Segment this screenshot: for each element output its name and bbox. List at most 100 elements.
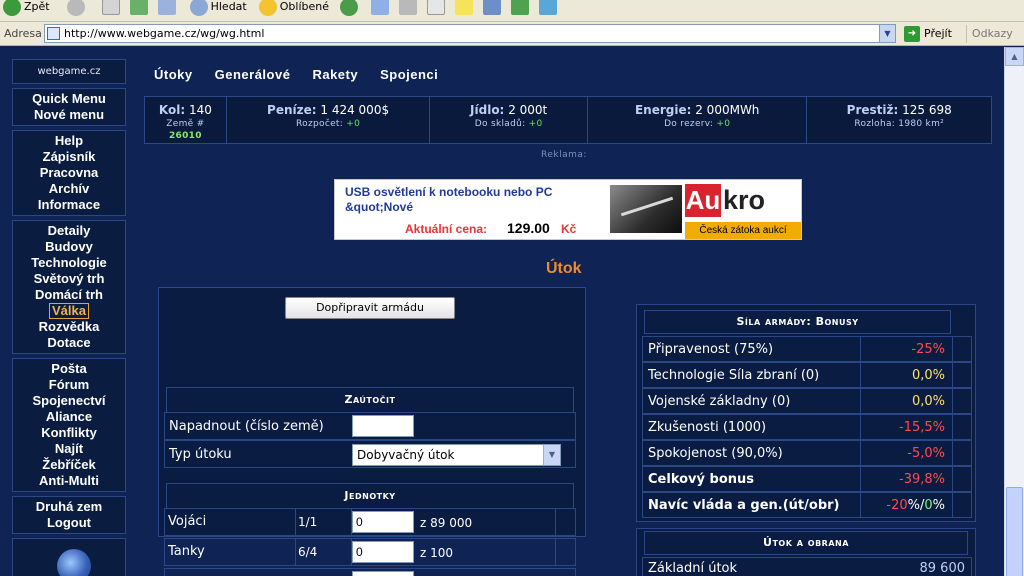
left-menu: webgame.cz Quick Menu Nové menu Help Zápis… (12, 59, 126, 576)
unit-ratio: 6/4 (298, 545, 318, 559)
jidlo-value: 2 000t (508, 103, 548, 117)
bonus-row: Technologie Síla zbraní (0) 0,0% (642, 362, 972, 388)
sidebar-item[interactable]: Archív (13, 181, 125, 197)
bonus-label: Připravenost (75%) (648, 342, 774, 357)
url-dropdown-icon[interactable]: ▼ (879, 25, 895, 42)
zeme-value: 26010 (169, 131, 202, 141)
ad-product-image[interactable] (610, 185, 682, 233)
sidebar-item[interactable]: Fórum (13, 377, 125, 393)
sidebar-item[interactable]: Rozvědka (13, 319, 125, 335)
refresh-icon[interactable] (129, 0, 148, 15)
nav-rakety[interactable]: Rakety (312, 67, 358, 82)
sidebar-item[interactable]: Quick Menu (13, 91, 125, 107)
sidebar-item[interactable]: Pošta (13, 361, 125, 377)
sidebar-item[interactable]: Zápisník (13, 149, 125, 165)
sidebar-item-active[interactable]: Válka (49, 303, 89, 319)
research-icon[interactable] (483, 0, 501, 15)
cell-divider (555, 539, 556, 565)
messenger-icon[interactable] (511, 0, 529, 15)
favorites-button[interactable]: Oblíbené (256, 0, 332, 17)
unit-name: Tanky (168, 544, 205, 559)
note-icon[interactable] (455, 0, 473, 15)
nav-generalove[interactable]: Generálové (215, 67, 291, 82)
home-icon[interactable] (157, 0, 176, 15)
search-button[interactable]: Hledat (187, 0, 250, 17)
sidebar-item[interactable]: Help (13, 133, 125, 149)
sidebar-item[interactable]: Válka (13, 303, 125, 319)
stop-icon[interactable] (101, 0, 120, 15)
unit-max: z 100 (420, 546, 454, 560)
nav-spojenci[interactable]: Spojenci (380, 67, 438, 82)
sidebar-item[interactable]: Žebříček (13, 457, 125, 473)
aukro-logo[interactable]: Au kro (685, 184, 801, 221)
energie-value: 2 000MWh (695, 103, 760, 117)
page-scrollbar[interactable]: ▲ (1004, 47, 1024, 576)
ad-title[interactable]: USB osvětlení k notebooku nebo PC &quot;… (345, 185, 607, 215)
sidebar-item[interactable]: Nové menu (13, 107, 125, 123)
rozpocet-value: +0 (346, 119, 361, 129)
scroll-up-icon[interactable]: ▲ (1005, 47, 1024, 66)
do-skladu-value: +0 (528, 119, 543, 129)
favorites-label: Oblíbené (279, 0, 329, 13)
menu-group-2: Help Zápisník Pracovna Archív Informace (12, 130, 126, 216)
chevron-down-icon[interactable]: ▼ (543, 445, 560, 465)
plugin-icon[interactable] (539, 0, 557, 15)
sidebar-item[interactable]: Logout (13, 515, 125, 531)
back-button[interactable]: Zpět (0, 0, 53, 17)
gov-bonus-label: Navíc vláda a gen.(út/obr) (648, 498, 840, 513)
bonus-label: Celkový bonus (648, 472, 754, 487)
army-bonus-header: Síla armády: Bonusy (644, 310, 951, 334)
sidebar-item[interactable]: Domácí trh (13, 287, 125, 303)
url-input[interactable]: http://www.webgame.cz/wg/wg.html ▼ (44, 24, 896, 43)
prepare-army-button[interactable]: Dopřipravit armádu (285, 297, 455, 319)
attack-defense-header: Útok a obrana (644, 531, 968, 555)
target-country-input[interactable] (352, 415, 414, 437)
bonus-row: Celkový bonus -39,8% (642, 466, 972, 492)
bonus-value: -39,8% (899, 472, 945, 487)
edit-icon[interactable] (427, 0, 445, 15)
attack-type-select[interactable]: Dobyvačný útok ▼ (352, 444, 561, 466)
sidebar-item[interactable]: Anti-Multi (13, 473, 125, 489)
sidebar-item[interactable]: Dotace (13, 335, 125, 351)
go-button[interactable]: ➜ Přejít (904, 25, 952, 42)
cell-divider (860, 389, 861, 413)
attack-type-value: Dobyvačný útok (357, 448, 455, 462)
menu-group-5: Druhá zem Logout (12, 496, 126, 534)
ad-currency: Kč (561, 222, 577, 236)
sidebar-item[interactable]: Detaily (13, 223, 125, 239)
sidebar-item[interactable]: Informace (13, 197, 125, 213)
do-rezerv-label: Do rezerv: (664, 119, 714, 129)
sidebar-item[interactable]: Technologie (13, 255, 125, 271)
address-bar: Adresa http://www.webgame.cz/wg/wg.html … (0, 22, 1024, 46)
links-toolbar[interactable]: Odkazy (965, 24, 1013, 43)
sidebar-item[interactable]: Druhá zem (13, 499, 125, 515)
sidebar-item[interactable]: Světový trh (13, 271, 125, 287)
sidebar-item[interactable]: Spojenectví (13, 393, 125, 409)
soldiers-input[interactable] (352, 511, 414, 533)
rozloha-value: 1980 km² (898, 119, 945, 129)
forward-arrow-icon[interactable] (66, 0, 85, 16)
nav-utoky[interactable]: Útoky (154, 67, 193, 82)
sidebar-item[interactable]: Budovy (13, 239, 125, 255)
sidebar-item[interactable]: Konflikty (13, 425, 125, 441)
ad-banner[interactable]: USB osvětlení k notebooku nebo PC &quot;… (334, 179, 802, 240)
page-title: Útok (546, 260, 582, 277)
print-icon[interactable] (399, 0, 417, 15)
unit-input[interactable] (352, 571, 414, 576)
rozloha-label: Rozloha: (854, 119, 896, 129)
tanks-input[interactable] (352, 541, 414, 563)
menu-group-4: Pošta Fórum Spojenectví Aliance Konflikty Naj… (12, 358, 126, 492)
sidebar-item[interactable]: Aliance (13, 409, 125, 425)
scroll-thumb[interactable] (1006, 487, 1023, 576)
mail-icon[interactable] (371, 0, 389, 15)
history-icon[interactable] (340, 0, 358, 16)
sidebar-item[interactable]: Najít (13, 441, 125, 457)
attack-type-label: Typ útoku (169, 447, 232, 462)
menu-group-1: Quick Menu Nové menu (12, 88, 126, 126)
cell-divider (952, 363, 953, 387)
page-icon (47, 27, 60, 40)
bonus-value: -5,0% (907, 446, 945, 461)
bonus-value: -15,5% (899, 420, 945, 435)
sidebar-item[interactable]: Pracovna (13, 165, 125, 181)
top-nav: Útoky Generálové Rakety Spojenci (154, 67, 438, 82)
